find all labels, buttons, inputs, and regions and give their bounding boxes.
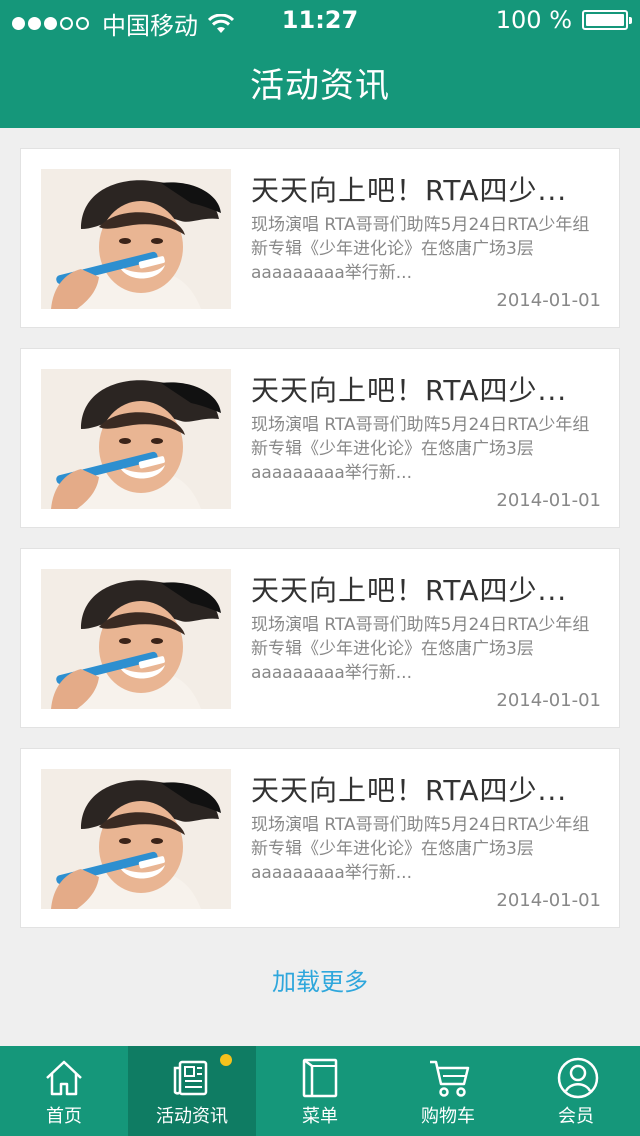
article-card[interactable]: 天天向上吧！RTA四少... 现场演唱 RTA哥哥们助阵5月24日RTA少年组新… xyxy=(20,748,620,928)
status-bar: 中国移动 11:27 100 % xyxy=(0,0,640,40)
article-list: 天天向上吧！RTA四少... 现场演唱 RTA哥哥们助阵5月24日RTA少年组新… xyxy=(20,148,620,948)
tab-member[interactable]: 会员 xyxy=(512,1046,640,1136)
article-thumbnail xyxy=(41,369,231,509)
article-title: 天天向上吧！RTA四少... xyxy=(251,574,568,607)
article-description: 现场演唱 RTA哥哥们助阵5月24日RTA少年组新专辑《少年进化论》在悠唐广场3… xyxy=(251,615,590,683)
news-icon xyxy=(173,1060,208,1096)
article-description: 现场演唱 RTA哥哥们助阵5月24日RTA少年组新专辑《少年进化论》在悠唐广场3… xyxy=(251,415,590,483)
article-title: 天天向上吧！RTA四少... xyxy=(251,374,568,407)
article-date: 2014-01-01 xyxy=(496,490,601,511)
tab-label: 会员 xyxy=(558,1106,594,1127)
home-icon xyxy=(46,1060,82,1096)
battery-percent: 100 % xyxy=(495,6,572,34)
load-more-button[interactable]: 加载更多 xyxy=(0,962,640,997)
article-thumbnail xyxy=(41,769,231,909)
article-description: 现场演唱 RTA哥哥们助阵5月24日RTA少年组新专辑《少年进化论》在悠唐广场3… xyxy=(251,815,590,883)
article-date: 2014-01-01 xyxy=(496,890,601,911)
tab-label: 购物车 xyxy=(421,1106,475,1127)
app-header: 中国移动 11:27 100 % 活动资讯 xyxy=(0,0,640,128)
tab-label: 菜单 xyxy=(302,1106,338,1127)
article-card[interactable]: 天天向上吧！RTA四少... 现场演唱 RTA哥哥们助阵5月24日RTA少年组新… xyxy=(20,148,620,328)
tab-news[interactable]: 活动资讯 xyxy=(128,1046,256,1136)
article-card[interactable]: 天天向上吧！RTA四少... 现场演唱 RTA哥哥们助阵5月24日RTA少年组新… xyxy=(20,548,620,728)
article-title: 天天向上吧！RTA四少... xyxy=(251,174,568,207)
menu-book-icon xyxy=(302,1058,338,1098)
tab-label: 活动资讯 xyxy=(156,1106,228,1127)
notification-dot xyxy=(220,1054,232,1066)
article-description: 现场演唱 RTA哥哥们助阵5月24日RTA少年组新专辑《少年进化论》在悠唐广场3… xyxy=(251,215,590,283)
article-date: 2014-01-01 xyxy=(496,690,601,711)
tab-menu[interactable]: 菜单 xyxy=(256,1046,384,1136)
tab-cart[interactable]: 购物车 xyxy=(384,1046,512,1136)
battery-icon xyxy=(582,10,632,30)
article-card[interactable]: 天天向上吧！RTA四少... 现场演唱 RTA哥哥们助阵5月24日RTA少年组新… xyxy=(20,348,620,528)
tab-home[interactable]: 首页 xyxy=(0,1046,128,1136)
page-title: 活动资讯 xyxy=(250,66,390,106)
member-icon xyxy=(557,1057,599,1099)
tab-bar: 首页 活动资讯 菜单 购物车 会员 xyxy=(0,1046,640,1136)
article-thumbnail xyxy=(41,169,231,309)
status-right: 100 % xyxy=(495,6,632,34)
tab-label: 首页 xyxy=(46,1106,82,1127)
article-title: 天天向上吧！RTA四少... xyxy=(251,774,568,807)
article-date: 2014-01-01 xyxy=(496,290,601,311)
article-thumbnail xyxy=(41,569,231,709)
cart-icon xyxy=(430,1060,470,1097)
